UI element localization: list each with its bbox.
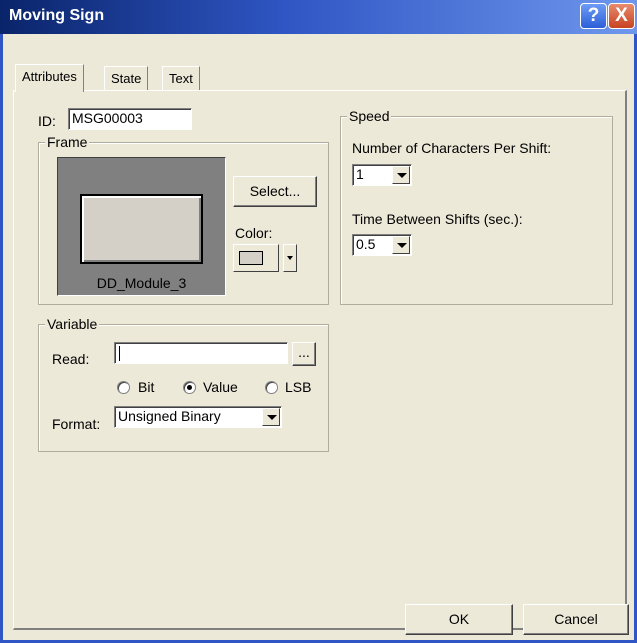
- format-label: Format:: [52, 416, 101, 432]
- frame-group-label: Frame: [45, 134, 90, 150]
- cancel-button[interactable]: Cancel: [523, 604, 629, 635]
- read-label: Read:: [52, 351, 90, 367]
- format-select[interactable]: Unsigned Binary: [114, 406, 282, 428]
- ok-button[interactable]: OK: [405, 604, 513, 635]
- frame-preview-caption: DD_Module_3: [96, 275, 187, 291]
- radio-value-label[interactable]: Value: [203, 379, 238, 395]
- browse-variable-button[interactable]: ...: [292, 342, 316, 366]
- read-input[interactable]: [114, 342, 288, 364]
- id-label: ID:: [38, 113, 56, 129]
- color-picker-button[interactable]: [233, 244, 279, 272]
- radio-lsb-label[interactable]: LSB: [285, 379, 311, 395]
- chars-per-shift-label: Number of Characters Per Shift:: [352, 140, 552, 156]
- id-input[interactable]: MSG00003: [68, 108, 192, 130]
- chevron-down-icon[interactable]: [392, 166, 410, 184]
- color-swatch: [239, 251, 263, 265]
- frame-preview: DD_Module_3: [57, 157, 226, 296]
- chars-per-shift-value: 1: [356, 166, 364, 182]
- chars-per-shift-select[interactable]: 1: [352, 164, 412, 186]
- radio-bit-label[interactable]: Bit: [138, 379, 154, 395]
- color-dropdown-arrow[interactable]: [283, 244, 297, 272]
- frame-preview-shape: [80, 194, 203, 264]
- chevron-down-icon[interactable]: [392, 236, 410, 254]
- time-between-shifts-select[interactable]: 0.5: [352, 234, 412, 256]
- speed-group-label: Speed: [347, 108, 392, 124]
- radio-lsb[interactable]: [265, 381, 278, 394]
- chevron-down-icon[interactable]: [262, 408, 280, 426]
- time-between-shifts-label: Time Between Shifts (sec.):: [352, 211, 523, 227]
- color-label: Color:: [235, 225, 273, 241]
- time-between-shifts-value: 0.5: [356, 236, 376, 252]
- radio-bit[interactable]: [117, 381, 130, 394]
- text-cursor: [119, 346, 120, 361]
- variable-group-label: Variable: [45, 316, 100, 332]
- format-value: Unsigned Binary: [118, 408, 221, 424]
- radio-value[interactable]: [183, 381, 196, 394]
- select-frame-button[interactable]: Select...: [233, 176, 317, 207]
